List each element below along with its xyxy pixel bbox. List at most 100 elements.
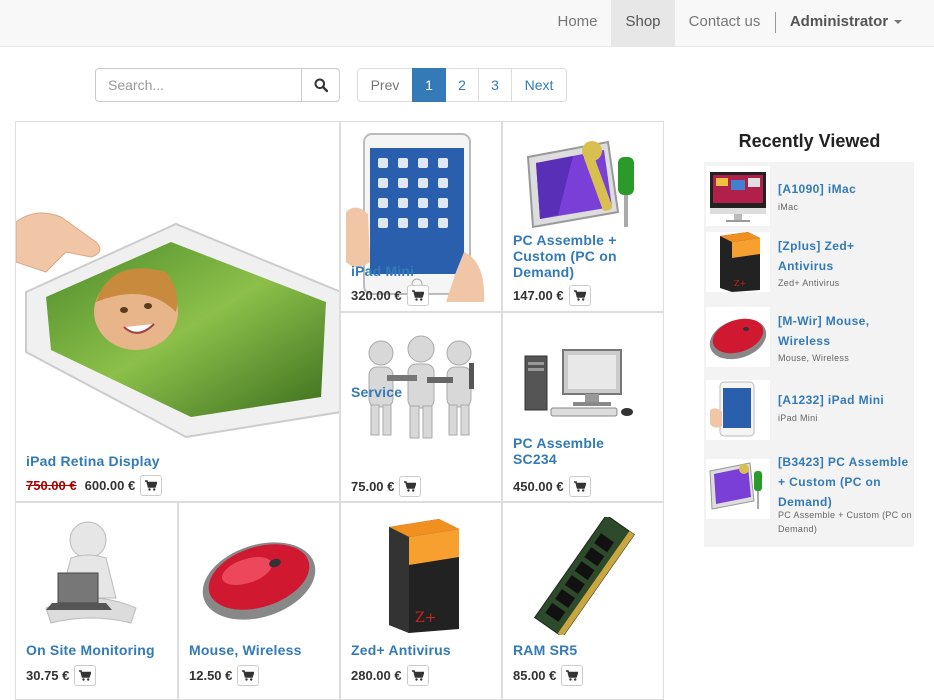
- product-name[interactable]: iPad Retina Display: [26, 453, 160, 469]
- product-card[interactable]: RAM SR5 85.00 €: [502, 502, 664, 700]
- recent-item[interactable]: [M-Wir] Mouse, Wireless Mouse, Wireless: [704, 305, 914, 377]
- product-name[interactable]: PC Assemble SC234: [513, 435, 623, 467]
- nav-shop[interactable]: Shop: [611, 0, 675, 46]
- product-name[interactable]: iPad Mini: [351, 263, 414, 279]
- caret-down-icon: [894, 20, 903, 25]
- search-form: [95, 68, 340, 102]
- search-button[interactable]: [301, 68, 340, 102]
- cart-icon: [79, 670, 92, 681]
- product-name[interactable]: Zed+ Antivirus: [351, 642, 451, 658]
- cart-icon: [145, 480, 158, 491]
- product-price: 30.75 €: [26, 668, 70, 683]
- product-price: 320.00 €: [351, 288, 402, 303]
- admin-label: Administrator: [789, 13, 889, 30]
- ipad-mini-thumb: [706, 380, 770, 440]
- nav-contact[interactable]: Contact us: [676, 0, 773, 46]
- pc-custom-thumb: [706, 459, 770, 519]
- add-to-cart-button[interactable]: [568, 476, 591, 497]
- add-to-cart-button[interactable]: [399, 476, 422, 497]
- product-price: 280.00 €: [351, 668, 402, 683]
- product-card[interactable]: Mouse, Wireless 12.50 €: [178, 502, 340, 700]
- add-to-cart-button[interactable]: [237, 665, 260, 686]
- add-to-cart-button[interactable]: [568, 285, 591, 306]
- top-navbar: Home Shop Contact us Administrator: [0, 0, 934, 47]
- recent-item[interactable]: [A1090] iMac iMac: [704, 164, 914, 226]
- product-card[interactable]: PC Assemble + Custom (PC on Demand) 147.…: [502, 121, 664, 312]
- pager-page-1[interactable]: 1: [412, 68, 446, 102]
- svg-text:Z+: Z+: [415, 610, 436, 626]
- price-row: 280.00 €: [351, 665, 429, 686]
- imac-thumb: [706, 166, 770, 226]
- nav-home[interactable]: Home: [545, 0, 610, 46]
- product-card[interactable]: iPad Mini 320.00 €: [340, 121, 502, 312]
- price-row: 12.50 €: [189, 665, 260, 686]
- product-price: 450.00 €: [513, 479, 564, 494]
- product-grid: iPad Retina Display 750.00 € 600.00 € iP…: [15, 121, 665, 700]
- recent-item-name[interactable]: [M-Wir] Mouse, Wireless: [778, 311, 912, 351]
- recent-item-desc: PC Assemble + Custom (PC on Demand): [778, 510, 912, 534]
- recent-item-name[interactable]: [A1232] iPad Mini: [778, 390, 912, 410]
- antivirus-image: Z+: [389, 519, 459, 633]
- mouse-image: [202, 542, 316, 620]
- product-name[interactable]: Service: [351, 384, 402, 400]
- price-row: 147.00 €: [513, 285, 591, 306]
- add-to-cart-button[interactable]: [74, 665, 97, 686]
- cart-icon: [573, 481, 586, 492]
- add-to-cart-button[interactable]: [406, 665, 429, 686]
- antivirus-thumb: Z+: [706, 232, 770, 292]
- pc-custom-image: [526, 140, 634, 229]
- add-to-cart-button[interactable]: [561, 665, 584, 686]
- product-price: 12.50 €: [189, 668, 233, 683]
- ipad-retina-image: [16, 212, 339, 439]
- recently-viewed-title: Recently Viewed: [738, 131, 881, 151]
- pager-page-2[interactable]: 2: [445, 68, 479, 102]
- recent-item-desc: iPad Mini: [778, 413, 818, 423]
- product-card[interactable]: On Site Monitoring 30.75 €: [15, 502, 178, 700]
- cart-icon: [573, 290, 586, 301]
- price-row: 30.75 €: [26, 665, 97, 686]
- cart-icon: [566, 670, 579, 681]
- pagination: Prev 1 2 3 Next: [357, 68, 567, 102]
- recent-item-name[interactable]: [B3423] PC Assemble + Custom (PC on Dema…: [778, 452, 912, 512]
- recent-item-name[interactable]: [A1090] iMac: [778, 179, 912, 199]
- recent-item[interactable]: [A1232] iPad Mini iPad Mini: [704, 380, 914, 442]
- recently-viewed-panel: [A1090] iMac iMac Z+ [Zplus] Zed+ Antivi…: [704, 162, 914, 547]
- price-row: 75.00 €: [351, 476, 422, 497]
- cart-icon: [242, 670, 255, 681]
- product-card[interactable]: Z+ Zed+ Antivirus 280.00 €: [340, 502, 502, 700]
- search-input[interactable]: [95, 68, 302, 102]
- price-row: 320.00 €: [351, 285, 429, 306]
- nav-admin-dropdown[interactable]: Administrator: [778, 0, 914, 46]
- add-to-cart-button[interactable]: [406, 285, 429, 306]
- pager-page-3[interactable]: 3: [478, 68, 512, 102]
- product-name[interactable]: PC Assemble + Custom (PC on Demand): [513, 232, 633, 280]
- price-row: 750.00 € 600.00 €: [26, 475, 163, 496]
- recent-item[interactable]: Z+ [Zplus] Zed+ Antivirus Zed+ Antivirus: [704, 230, 914, 302]
- recent-item-name[interactable]: [Zplus] Zed+ Antivirus: [778, 236, 912, 276]
- recent-item-desc: iMac: [778, 202, 799, 212]
- recent-item-desc: Mouse, Wireless: [778, 353, 850, 363]
- product-price: 600.00 €: [84, 478, 136, 493]
- recent-item[interactable]: [B3423] PC Assemble + Custom (PC on Dema…: [704, 449, 914, 545]
- recent-item-desc: Zed+ Antivirus: [778, 278, 840, 288]
- product-name[interactable]: Mouse, Wireless: [189, 642, 302, 658]
- old-price: 750.00 €: [26, 478, 77, 493]
- monitoring-image: [45, 521, 137, 624]
- cart-icon: [404, 481, 417, 492]
- cart-icon: [411, 670, 424, 681]
- ram-image: [533, 517, 635, 635]
- product-price: 85.00 €: [513, 668, 557, 683]
- product-price: 75.00 €: [351, 479, 395, 494]
- product-name[interactable]: On Site Monitoring: [26, 642, 155, 658]
- cart-icon: [411, 290, 424, 301]
- pager-prev[interactable]: Prev: [357, 68, 413, 102]
- product-price: 147.00 €: [513, 288, 564, 303]
- svg-text:Z+: Z+: [734, 279, 746, 288]
- product-card[interactable]: iPad Retina Display 750.00 € 600.00 €: [15, 121, 340, 502]
- product-card[interactable]: Service 75.00 €: [340, 312, 502, 502]
- add-to-cart-button[interactable]: [140, 475, 163, 496]
- product-card[interactable]: PC Assemble SC234 450.00 €: [502, 312, 664, 502]
- pager-next[interactable]: Next: [511, 68, 567, 102]
- product-name[interactable]: RAM SR5: [513, 642, 577, 658]
- pc-sc234-image: [524, 349, 633, 417]
